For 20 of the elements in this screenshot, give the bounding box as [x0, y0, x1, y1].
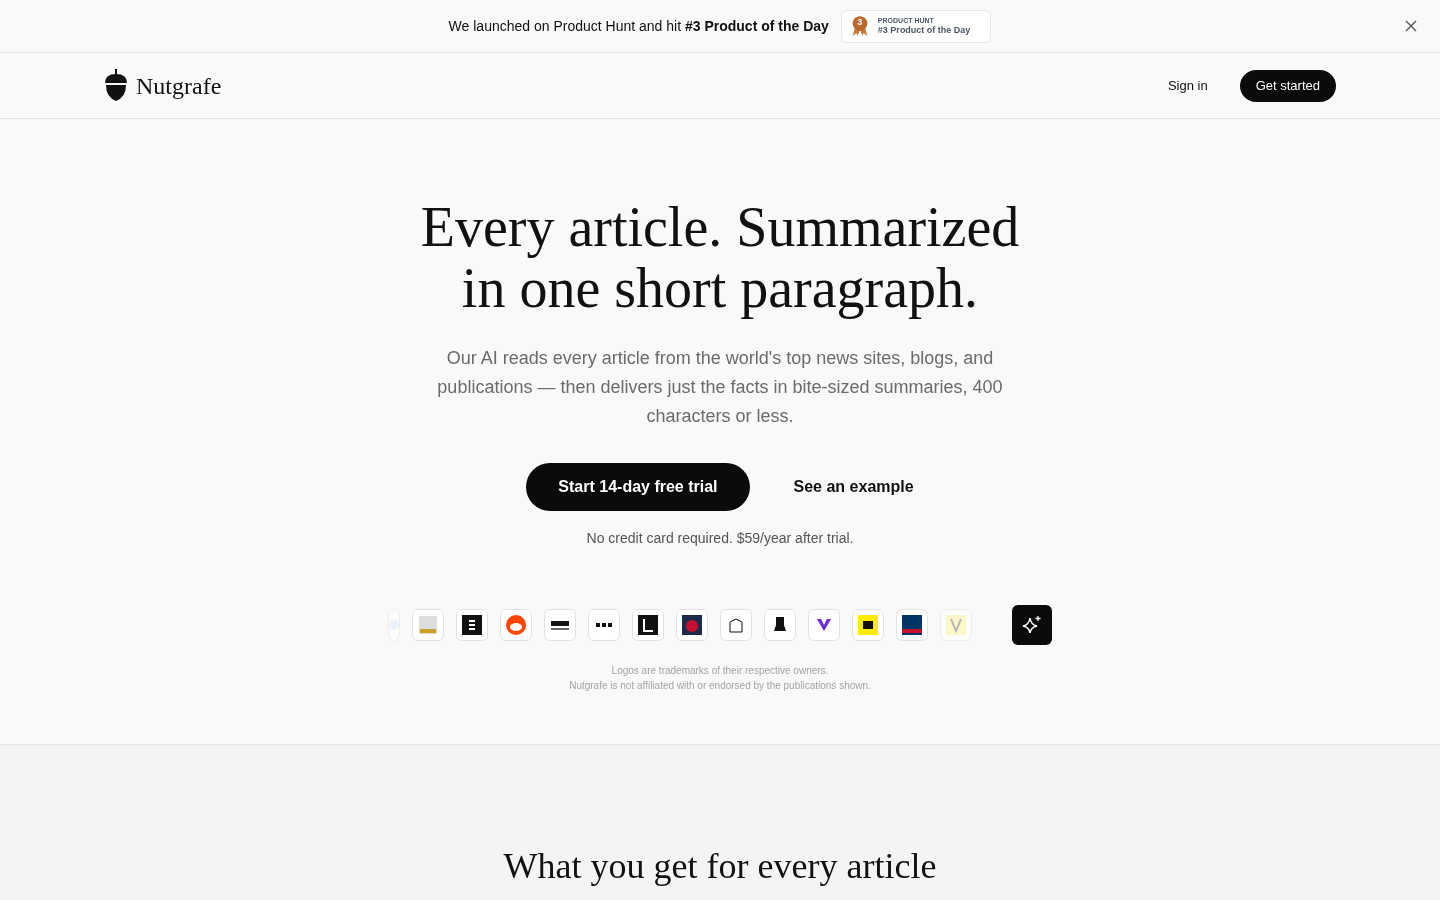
see-example-button[interactable]: See an example — [793, 475, 914, 499]
badge-title: #3 Product of the Day — [877, 26, 971, 35]
publication-logo-icon — [551, 620, 569, 630]
hero-subtitle: Our AI reads every article from the world's top news sites, blogs, and publications — then delivers just the facts in bite-sized summaries, 400 characters or less. — [436, 347, 1004, 428]
acorn-icon — [104, 69, 128, 102]
sparkle-icon — [1022, 615, 1042, 635]
brand-name[interactable]: Nutgrafe — [136, 67, 222, 104]
disclaimer-text: Logos are trademarks of their respective owners. — [611, 664, 829, 678]
sparkle-button[interactable] — [1012, 605, 1052, 645]
start-trial-button[interactable]: Start 14-day free trial — [526, 463, 750, 511]
get-started-button[interactable]: Get started — [1239, 69, 1336, 102]
disclaimer-text: Nutgrafe is not affiliated with or endorsed by the publications shown. — [569, 679, 871, 693]
hero-title: Every article. Summarized in one short paragraph. — [420, 197, 1020, 319]
publication-logo-icon — [596, 623, 612, 627]
sign-in-link[interactable]: Sign in — [1167, 75, 1208, 96]
close-icon — [1405, 20, 1417, 32]
rank-number: 3 — [857, 18, 863, 27]
pricing-note: No credit card required. $59/year after trial. — [586, 529, 854, 548]
announcement-text: We launched on Product Hunt and hit #3 Product of the Day — [448, 16, 829, 36]
section-heading: What you get for every article — [503, 845, 937, 888]
